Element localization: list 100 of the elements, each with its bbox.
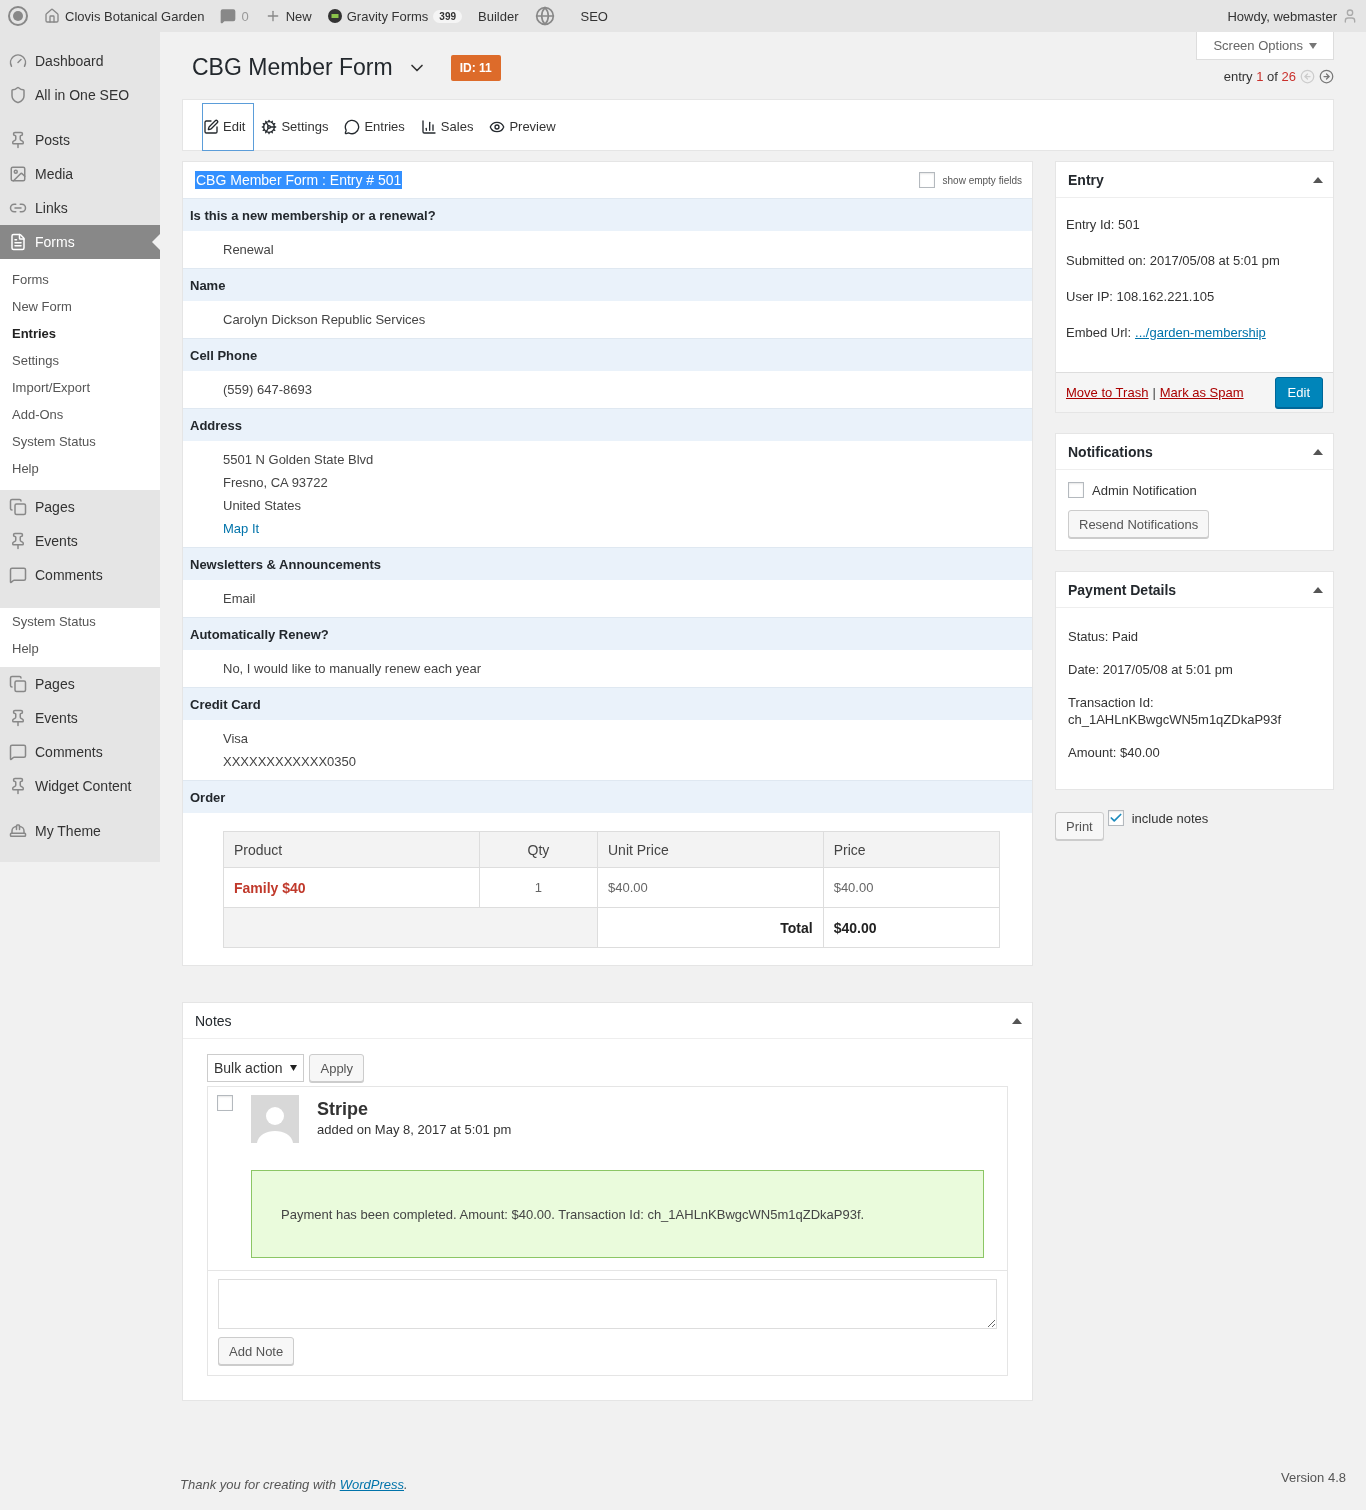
checkbox[interactable] bbox=[1107, 810, 1124, 826]
resend-button[interactable]: Resend Notifications bbox=[1068, 510, 1210, 538]
field-value: Email bbox=[223, 590, 257, 608]
user-icon bbox=[1342, 8, 1358, 24]
sidebar-submenu-item[interactable]: Forms bbox=[0, 266, 160, 293]
field-label: Automatically Renew? bbox=[183, 617, 1032, 650]
info-label: Embed Url: bbox=[1066, 324, 1132, 340]
sidebar-submenu-item[interactable]: Help bbox=[0, 455, 160, 482]
collapse-icon[interactable] bbox=[1313, 586, 1323, 593]
seo-link[interactable]: SEO bbox=[580, 8, 608, 24]
collapse-icon[interactable] bbox=[1313, 448, 1323, 455]
sidebar-menu-item[interactable]: Media bbox=[0, 157, 160, 191]
pin-icon bbox=[9, 777, 27, 795]
sidebar-menu-item[interactable]: My Theme bbox=[0, 814, 160, 848]
sidebar-submenu-item[interactable]: New Form bbox=[0, 293, 160, 320]
pin-icon bbox=[9, 131, 27, 149]
info-line: Status: Paid bbox=[1068, 628, 1140, 646]
toolbar-tab[interactable]: Edit bbox=[202, 102, 255, 151]
avatar-icon bbox=[251, 1095, 299, 1143]
spam-link[interactable]: Mark as Spam bbox=[1159, 385, 1244, 400]
collapse-icon[interactable] bbox=[1012, 1017, 1022, 1024]
speech-bubble-icon bbox=[9, 743, 27, 761]
entry-title: CBG Member Form : Entry # 501 bbox=[195, 171, 403, 189]
sidebar-menu-item[interactable]: Links bbox=[0, 191, 160, 225]
sidebar-menu-item[interactable]: All in One SEO bbox=[0, 78, 160, 112]
field-label: Cell Phone bbox=[183, 338, 1032, 371]
sidebar-menu-item[interactable]: Posts bbox=[0, 123, 160, 157]
trash-link[interactable]: Move to Trash bbox=[1066, 385, 1149, 400]
site-name-link[interactable]: Clovis Botanical Garden bbox=[44, 8, 205, 24]
builder-link[interactable]: Builder bbox=[478, 8, 519, 24]
sidebar-menu-item[interactable]: Comments bbox=[0, 558, 160, 592]
table-cell: Total bbox=[597, 907, 824, 948]
account-link[interactable]: Howdy, webmaster bbox=[1227, 8, 1358, 24]
panel-title: Notes bbox=[195, 1012, 232, 1029]
toolbar-tab[interactable]: Preview bbox=[488, 102, 565, 151]
version-text: Version 4.8 bbox=[1280, 1470, 1346, 1485]
sidebar-submenu-item[interactable]: System Status bbox=[0, 608, 160, 635]
document-icon bbox=[9, 233, 27, 251]
checkbox[interactable] bbox=[1068, 482, 1084, 498]
pages-icon bbox=[9, 675, 27, 693]
sidebar-submenu-item[interactable]: Settings bbox=[0, 347, 160, 374]
wordpress-link[interactable]: WordPress bbox=[339, 1477, 404, 1492]
sidebar-menu-item[interactable]: Events bbox=[0, 701, 160, 735]
field-label: Newsletters & Announcements bbox=[183, 547, 1032, 580]
sidebar-submenu-item[interactable]: Add-Ons bbox=[0, 401, 160, 428]
print-button[interactable]: Print bbox=[1055, 812, 1104, 840]
add-note-button[interactable]: Add Note bbox=[218, 1337, 295, 1365]
toolbar-tab[interactable]: Sales bbox=[419, 102, 483, 151]
edit-button[interactable]: Edit bbox=[1274, 377, 1323, 408]
logo-icon[interactable] bbox=[8, 6, 28, 26]
map-link[interactable]: Map It bbox=[223, 517, 1032, 540]
bulk-action-select[interactable]: Bulk action bbox=[207, 1054, 305, 1082]
image-icon bbox=[9, 165, 27, 183]
toolbar-tab[interactable]: Entries bbox=[343, 102, 414, 151]
sidebar-menu-item[interactable]: Dashboard bbox=[0, 44, 160, 78]
new-link[interactable]: New bbox=[264, 8, 312, 24]
field-label: Order bbox=[183, 780, 1032, 813]
globe-icon[interactable] bbox=[534, 6, 555, 26]
sidebar-menu-item[interactable]: Pages bbox=[0, 490, 160, 524]
table-cell: 1 bbox=[479, 867, 598, 908]
bar-chart-icon bbox=[420, 118, 437, 135]
sidebar-submenu-item[interactable]: System Status bbox=[0, 428, 160, 455]
info-line: User IP: 108.162.221.105 bbox=[1066, 287, 1216, 306]
footer-credit: Thank you for creating with WordPress. bbox=[180, 1477, 408, 1492]
field-value: 5501 N Golden State Blvd bbox=[223, 451, 375, 469]
checkbox-label: Admin Notification bbox=[1092, 482, 1197, 498]
table-cell: Family $40 bbox=[223, 867, 480, 908]
table-header: Product bbox=[223, 831, 480, 868]
sidebar-menu-item[interactable]: Pages bbox=[0, 667, 160, 701]
field-value: Visa bbox=[223, 730, 250, 748]
toolbar-tab[interactable]: Settings bbox=[260, 102, 338, 151]
embed-url-link[interactable]: .../garden-membership bbox=[1135, 324, 1266, 340]
field-value: (559) 647-8693 bbox=[223, 381, 313, 399]
caret-icon bbox=[1309, 42, 1317, 49]
field-label: Credit Card bbox=[183, 687, 1032, 720]
note-input-field[interactable] bbox=[218, 1279, 997, 1329]
sidebar-menu-item[interactable]: Events bbox=[0, 524, 160, 558]
page-title: CBG Member Form bbox=[192, 54, 393, 81]
table-header: Unit Price bbox=[597, 831, 824, 868]
panel-title: Entry bbox=[1068, 171, 1104, 188]
sidebar-menu-item[interactable]: Widget Content bbox=[0, 769, 160, 803]
field-value: XXXXXXXXXXXX0350 bbox=[223, 753, 357, 771]
checkbox-label: include notes bbox=[1131, 810, 1209, 826]
note-author: Stripe bbox=[317, 1099, 369, 1120]
helmet-icon bbox=[9, 822, 27, 840]
screen-options-button[interactable]: Screen Options bbox=[1196, 32, 1334, 60]
sidebar-submenu-item[interactable]: Import/Export bbox=[0, 374, 160, 401]
edit-icon bbox=[203, 118, 219, 135]
checkbox[interactable] bbox=[217, 1095, 233, 1111]
collapse-icon[interactable] bbox=[1313, 176, 1323, 183]
sidebar-submenu-item[interactable]: Entries bbox=[0, 320, 160, 347]
forms-link[interactable]: Gravity Forms 399 bbox=[327, 8, 463, 24]
apply-button[interactable]: Apply bbox=[309, 1054, 364, 1082]
checkbox[interactable] bbox=[918, 172, 935, 188]
sidebar-menu-item[interactable]: Forms bbox=[0, 225, 160, 259]
field-value: Fresno, CA 93722 bbox=[223, 474, 329, 492]
table-cell: $40.00 bbox=[597, 867, 824, 908]
sidebar-menu-item[interactable]: Comments bbox=[0, 735, 160, 769]
sidebar-submenu-item[interactable]: Help bbox=[0, 635, 160, 662]
next-icon[interactable] bbox=[1319, 69, 1334, 84]
